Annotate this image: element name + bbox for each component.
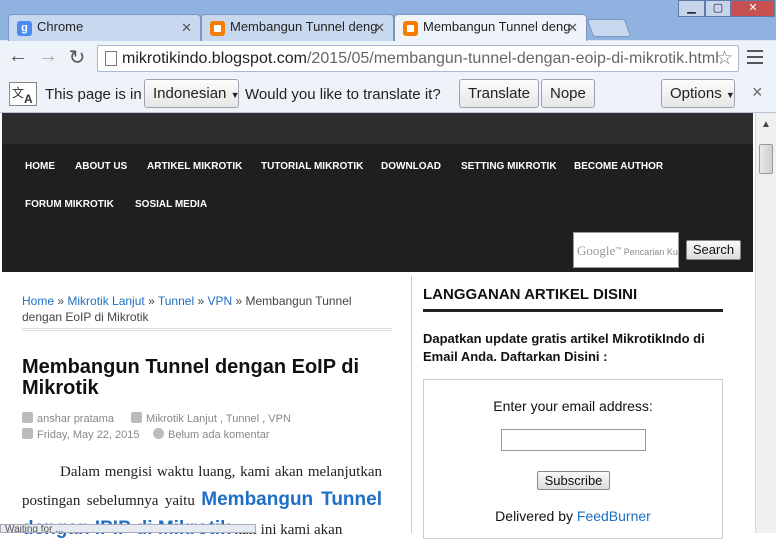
- google-icon: g: [17, 21, 32, 36]
- tab-membangun-1[interactable]: Membangun Tunnel deng ✕: [201, 14, 394, 41]
- back-icon[interactable]: ←: [6, 45, 30, 68]
- calendar-icon: [22, 428, 33, 439]
- dropdown-arrow-icon: ▼: [725, 90, 735, 100]
- comment-icon: [153, 428, 164, 439]
- language-value: Indonesian: [153, 85, 227, 102]
- browser-chrome: g Chrome ✕ Membangun Tunnel deng ✕ Memba…: [0, 0, 776, 113]
- nav-tutorial-mikrotik[interactable]: TUTORIAL MIKROTIK: [261, 161, 363, 172]
- options-button[interactable]: Options ▼: [661, 79, 735, 108]
- nav-become-author[interactable]: BECOME AUTHOR: [574, 161, 663, 172]
- new-tab-button[interactable]: [586, 19, 632, 37]
- url-host: mikrotikindo.blogspot.com: [122, 50, 307, 67]
- translate-question: Would you like to translate it?: [245, 86, 441, 103]
- author-name: anshar pratama: [37, 413, 115, 425]
- post-comments[interactable]: Belum ada komentar: [153, 428, 270, 441]
- tab-title: Membangun Tunnel deng: [230, 19, 378, 34]
- nav-home[interactable]: HOME: [25, 161, 55, 172]
- comments-text: Belum ada komentar: [168, 429, 270, 441]
- chrome-menu-icon[interactable]: [747, 50, 763, 64]
- nav-forum-mikrotik[interactable]: FORUM MIKROTIK: [25, 199, 114, 210]
- translate-icon: 文A: [9, 82, 37, 106]
- breadcrumb-sep: »: [232, 294, 246, 308]
- forward-icon[interactable]: →: [36, 45, 60, 68]
- dropdown-arrow-icon: ▼: [230, 90, 240, 100]
- scroll-up-icon[interactable]: ▲: [761, 119, 771, 130]
- url-path: /2015/05/membangun-tunnel-dengan-eoip-di…: [306, 50, 719, 67]
- post-author[interactable]: anshar pratama: [22, 412, 114, 425]
- close-icon[interactable]: ✕: [181, 20, 192, 36]
- divider: [22, 328, 392, 331]
- sidebar-title: LANGGANAN ARTIKEL DISINI: [423, 286, 723, 312]
- page-scrollbar[interactable]: ▲: [755, 113, 776, 533]
- tab-membangun-2[interactable]: Membangun Tunnel deng ✕: [394, 14, 587, 42]
- status-bubble: Waiting for ...: [0, 524, 256, 533]
- breadcrumb-home[interactable]: Home: [22, 294, 54, 308]
- translate-bar: 文A This page is in Indonesian ▼ Would yo…: [0, 76, 776, 113]
- post-labels[interactable]: Mikrotik Lanjut , Tunnel , VPN: [131, 412, 291, 425]
- tab-title: Membangun Tunnel deng: [423, 19, 571, 34]
- translate-button[interactable]: Translate: [459, 79, 539, 108]
- options-label: Options: [670, 85, 722, 102]
- sidebar-description: Dapatkan update gratis artikel MikrotikI…: [423, 331, 705, 364]
- tab-title: Chrome: [37, 19, 84, 34]
- language-select[interactable]: Indonesian ▼: [144, 79, 240, 108]
- close-icon[interactable]: ✕: [567, 20, 578, 36]
- delivered-by: Delivered by FeedBurner: [424, 508, 722, 524]
- scrollbar-thumb[interactable]: [759, 144, 773, 174]
- search-button[interactable]: Search: [686, 240, 741, 260]
- nope-button[interactable]: Nope: [541, 79, 595, 108]
- labels-text: Mikrotik Lanjut , Tunnel , VPN: [146, 413, 291, 425]
- reload-icon[interactable]: ↻: [65, 45, 89, 70]
- post-date: Friday, May 22, 2015: [22, 428, 140, 441]
- page-icon: [105, 51, 117, 66]
- nav-download[interactable]: DOWNLOAD: [381, 161, 441, 172]
- email-label: Enter your email address:: [493, 398, 653, 414]
- column-divider: [411, 276, 412, 533]
- blogger-icon: [210, 21, 225, 36]
- breadcrumb-vpn[interactable]: VPN: [207, 294, 232, 308]
- nav-artikel-mikrotik[interactable]: ARTIKEL MIKROTIK: [147, 161, 242, 172]
- nav-sosial-media[interactable]: SOSIAL MEDIA: [135, 199, 207, 210]
- breadcrumb-sep: »: [54, 294, 68, 308]
- post-title: Membangun Tunnel dengan EoIP di Mikrotik: [22, 356, 360, 399]
- google-logo: Google: [577, 243, 616, 258]
- tag-icon: [131, 412, 142, 423]
- email-field[interactable]: [501, 429, 646, 451]
- subscribe-box: Enter your email address: Subscribe Deli…: [423, 379, 723, 539]
- breadcrumb-mikrotik-lanjut[interactable]: Mikrotik Lanjut: [67, 294, 144, 308]
- breadcrumb-sep: »: [194, 294, 208, 308]
- bookmark-star-icon[interactable]: ☆: [716, 47, 733, 70]
- nav-setting-mikrotik[interactable]: SETTING MIKROTIK: [461, 161, 557, 172]
- user-icon: [22, 412, 33, 423]
- url-text[interactable]: mikrotikindo.blogspot.com/2015/05/memban…: [122, 50, 719, 68]
- delivered-by-text: Delivered by: [495, 508, 573, 524]
- web-page: HOME ABOUT US ARTIKEL MIKROTIK TUTORIAL …: [0, 113, 755, 539]
- minimize-button[interactable]: ▁: [678, 0, 705, 17]
- breadcrumb-sep: »: [144, 294, 158, 308]
- search-placeholder: Pencarian Ku: [623, 247, 678, 257]
- address-bar[interactable]: mikrotikindo.blogspot.com/2015/05/memban…: [97, 45, 739, 72]
- maximize-button[interactable]: ▢: [705, 0, 731, 17]
- header-strip: [2, 113, 753, 144]
- blogger-icon: [403, 21, 418, 36]
- site-search-input[interactable]: Google™ Pencarian Ku: [573, 232, 679, 268]
- date-text: Friday, May 22, 2015: [37, 429, 140, 441]
- close-icon[interactable]: ✕: [374, 20, 385, 36]
- nav-about-us[interactable]: ABOUT US: [75, 161, 127, 172]
- tab-chrome[interactable]: g Chrome ✕: [8, 14, 201, 41]
- feedburner-link[interactable]: FeedBurner: [577, 508, 651, 524]
- breadcrumb-tunnel[interactable]: Tunnel: [158, 294, 194, 308]
- window-close-button[interactable]: ✕: [731, 0, 775, 17]
- subscribe-button[interactable]: Subscribe: [537, 471, 610, 490]
- translate-prompt: This page is in: [45, 86, 142, 103]
- close-icon[interactable]: ×: [752, 82, 763, 103]
- breadcrumb: Home » Mikrotik Lanjut » Tunnel » VPN » …: [22, 293, 392, 325]
